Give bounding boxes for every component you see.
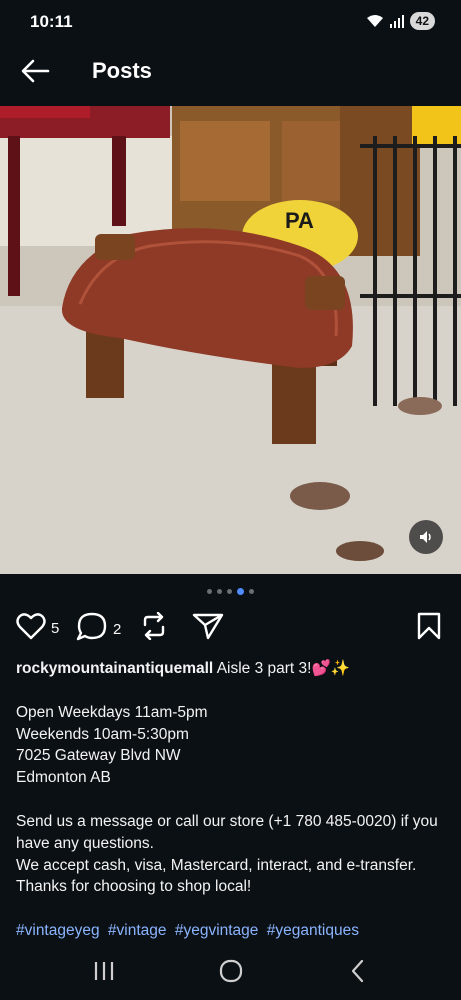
hashtag-link[interactable]: #yegantiques xyxy=(267,922,359,939)
speaker-icon[interactable] xyxy=(409,520,443,554)
system-nav-bar xyxy=(0,942,461,1000)
header: Posts xyxy=(0,44,461,100)
page-title: Posts xyxy=(92,58,152,83)
status-bar: 10:11 42 xyxy=(0,0,461,44)
arrow-left-icon[interactable] xyxy=(18,56,54,86)
hours-line: Open Weekdays 11am-5pm xyxy=(16,703,208,721)
bookmark-icon xyxy=(416,612,442,645)
hours-line: Weekends 10am-5:30pm xyxy=(16,725,189,743)
comment-icon xyxy=(76,612,108,647)
carousel-dot xyxy=(207,589,212,594)
info-line: We accept cash, visa, Mastercard, intera… xyxy=(16,856,417,874)
comment-count: 2 xyxy=(113,621,122,638)
bookmark-button[interactable] xyxy=(416,612,442,645)
caption-first-line: rockymountainantiquemall Aisle 3 part 3!… xyxy=(16,658,446,680)
repost-icon xyxy=(140,611,168,645)
home-icon[interactable] xyxy=(207,951,255,991)
info-line: Thanks for choosing to shop local! xyxy=(16,878,252,896)
heart-icon xyxy=(16,612,46,645)
recents-icon[interactable] xyxy=(80,951,128,991)
like-button[interactable]: 5 xyxy=(16,612,59,645)
battery-icon: 42 xyxy=(409,12,435,30)
carousel-dot-active xyxy=(237,588,244,595)
carousel-indicator xyxy=(0,588,461,595)
status-icons: 42 xyxy=(366,12,435,30)
hashtag-link[interactable]: #vintageyeg xyxy=(16,922,100,939)
info-line: Send us a message or call our store (+1 … xyxy=(16,812,438,852)
carousel-dot xyxy=(217,589,222,594)
post-actions: 5 2 xyxy=(16,608,446,648)
sign-text: PA xyxy=(285,208,314,233)
address-line: Edmonton AB xyxy=(16,769,111,787)
wifi-icon xyxy=(366,14,384,28)
hashtags: #vintageyeg #vintage #yegvintage #yegant… xyxy=(16,920,446,942)
status-time: 10:11 xyxy=(30,12,73,31)
hashtag-link[interactable]: #yegvintage xyxy=(175,922,259,939)
post-caption: rockymountainantiquemall Aisle 3 part 3!… xyxy=(16,658,446,942)
back-icon[interactable] xyxy=(334,951,382,991)
send-button[interactable] xyxy=(192,612,224,645)
signal-icon xyxy=(389,14,404,28)
carousel-dot xyxy=(227,589,232,594)
comment-button[interactable]: 2 xyxy=(76,612,121,647)
send-icon xyxy=(192,612,224,645)
username[interactable]: rockymountainantiquemall xyxy=(16,660,213,677)
post-image[interactable]: PA xyxy=(0,106,461,574)
like-count: 5 xyxy=(51,620,60,637)
hashtag-link[interactable]: #vintage xyxy=(108,922,167,939)
carousel-dot xyxy=(249,589,254,594)
address-line: 7025 Gateway Blvd NW xyxy=(16,747,181,765)
caption-title: Aisle 3 part 3!💕✨ xyxy=(216,660,351,677)
repost-button[interactable] xyxy=(140,611,168,645)
